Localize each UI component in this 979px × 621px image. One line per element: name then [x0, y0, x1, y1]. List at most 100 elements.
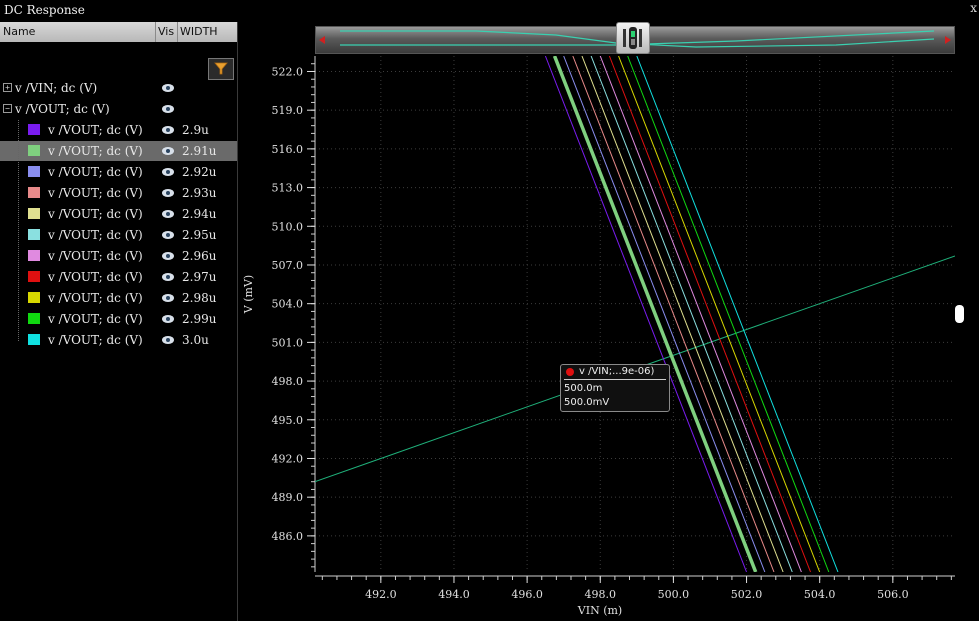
- width-value: 3.0u: [182, 333, 209, 347]
- tooltip-y-value: 500.0mV: [564, 397, 610, 408]
- vout-trace[interactable]: [599, 56, 802, 572]
- scroll-right-arrow-icon[interactable]: [945, 36, 951, 44]
- visibility-eye-icon[interactable]: [162, 294, 174, 302]
- x-tick-label: 504.0: [804, 588, 836, 601]
- tree-parent-row[interactable]: + v /VIN; dc (V): [0, 78, 237, 98]
- tree-child-row[interactable]: v /VOUT; dc (V) 2.98u: [0, 288, 237, 308]
- vout-trace[interactable]: [563, 56, 766, 572]
- scroll-left-arrow-icon[interactable]: [319, 36, 325, 44]
- visibility-eye-icon[interactable]: [162, 210, 174, 218]
- y-tick-label: 486.0: [272, 530, 304, 543]
- y-tick-label: 510.0: [272, 220, 304, 233]
- vertical-scroll-handle[interactable]: [955, 305, 964, 323]
- tree-child-row[interactable]: v /VOUT; dc (V) 2.99u: [0, 309, 237, 329]
- vout-trace[interactable]: [627, 56, 830, 572]
- y-tick-label: 513.0: [272, 182, 304, 195]
- close-icon[interactable]: x: [970, 1, 977, 15]
- x-tick-label: 500.0: [658, 588, 690, 601]
- x-tick-label: 492.0: [365, 588, 397, 601]
- visibility-eye-icon[interactable]: [162, 315, 174, 323]
- color-swatch[interactable]: [28, 271, 40, 282]
- vout-trace[interactable]: [572, 56, 775, 572]
- color-swatch[interactable]: [28, 124, 40, 135]
- visibility-eye-icon[interactable]: [162, 273, 174, 281]
- grip-icon: [623, 27, 642, 49]
- zoom-scrollbar-thumb[interactable]: [616, 22, 650, 54]
- signal-label: v /VOUT; dc (V): [15, 102, 110, 116]
- width-value: 2.94u: [182, 207, 217, 221]
- width-value: 2.97u: [182, 270, 217, 284]
- tree-child-row[interactable]: v /VOUT; dc (V) 2.91u: [0, 141, 237, 161]
- tree-child-row[interactable]: v /VOUT; dc (V) 2.96u: [0, 246, 237, 266]
- color-swatch[interactable]: [28, 313, 40, 324]
- signal-label: v /VOUT; dc (V): [48, 333, 143, 347]
- y-tick-label: 504.0: [272, 298, 304, 311]
- signal-label: v /VOUT; dc (V): [48, 123, 143, 137]
- expand-icon[interactable]: +: [3, 83, 12, 92]
- color-swatch[interactable]: [28, 187, 40, 198]
- filter-icon: [214, 62, 228, 75]
- width-value: 2.99u: [182, 312, 217, 326]
- y-tick-label: 492.0: [272, 452, 304, 465]
- signal-label: v /VOUT; dc (V): [48, 249, 143, 263]
- column-header: Name Vis WIDTH: [0, 22, 237, 42]
- color-swatch[interactable]: [28, 145, 40, 156]
- width-value: 2.98u: [182, 291, 217, 305]
- visibility-eye-icon[interactable]: [162, 168, 174, 176]
- signal-browser-panel: Name Vis WIDTH + v /VIN; dc (V) − v /VOUT; …: [0, 22, 238, 621]
- signal-label: v /VOUT; dc (V): [48, 270, 143, 284]
- signal-label: v /VOUT; dc (V): [48, 144, 143, 158]
- width-value: 2.95u: [182, 228, 217, 242]
- visibility-eye-icon[interactable]: [162, 126, 174, 134]
- column-vis-header[interactable]: Vis: [158, 25, 174, 38]
- tree-child-row[interactable]: v /VOUT; dc (V) 2.94u: [0, 204, 237, 224]
- x-tick-label: 498.0: [585, 588, 617, 601]
- dc-response-plot[interactable]: 492.0 494.0 496.0 498.0 500.0 502.0 504.0 506.0…: [238, 52, 968, 621]
- y-tick-label: 522.0: [272, 65, 304, 78]
- x-axis-label: VIN (m): [577, 604, 622, 617]
- color-swatch[interactable]: [28, 292, 40, 303]
- column-name-header[interactable]: Name: [3, 25, 35, 38]
- visibility-eye-icon[interactable]: [162, 84, 174, 92]
- vout-trace[interactable]: [608, 56, 812, 572]
- tree-child-row[interactable]: v /VOUT; dc (V) 2.92u: [0, 162, 237, 182]
- visibility-eye-icon[interactable]: [162, 336, 174, 344]
- vout-trace[interactable]: [590, 56, 793, 572]
- collapse-icon[interactable]: −: [3, 104, 12, 113]
- color-swatch[interactable]: [28, 250, 40, 261]
- width-value: 2.96u: [182, 249, 217, 263]
- y-tick-label: 498.0: [272, 375, 304, 388]
- tree-parent-row[interactable]: − v /VOUT; dc (V): [0, 99, 237, 119]
- visibility-eye-icon[interactable]: [162, 147, 174, 155]
- visibility-eye-icon[interactable]: [162, 231, 174, 239]
- vout-trace[interactable]: [544, 56, 748, 572]
- column-width-header[interactable]: WIDTH: [180, 25, 218, 38]
- visibility-eye-icon[interactable]: [162, 189, 174, 197]
- width-value: 2.92u: [182, 165, 217, 179]
- visibility-eye-icon[interactable]: [162, 252, 174, 260]
- tree-child-row[interactable]: v /VOUT; dc (V) 2.95u: [0, 225, 237, 245]
- tree-child-row[interactable]: v /VOUT; dc (V) 3.0u: [0, 330, 237, 350]
- signal-label: v /VIN; dc (V): [15, 81, 98, 95]
- signal-label: v /VOUT; dc (V): [48, 312, 143, 326]
- signal-label: v /VOUT; dc (V): [48, 186, 143, 200]
- y-tick-label: 516.0: [272, 143, 304, 156]
- filter-button[interactable]: [208, 58, 234, 80]
- tree-child-row[interactable]: v /VOUT; dc (V) 2.93u: [0, 183, 237, 203]
- color-swatch[interactable]: [28, 166, 40, 177]
- visibility-eye-icon[interactable]: [162, 105, 174, 113]
- vout-trace[interactable]: [636, 56, 839, 572]
- x-tick-label: 506.0: [877, 588, 909, 601]
- color-swatch[interactable]: [28, 208, 40, 219]
- color-swatch[interactable]: [28, 229, 40, 240]
- x-tick-label: 494.0: [438, 588, 470, 601]
- y-tick-label: 489.0: [272, 491, 304, 504]
- window-title: DC Response: [4, 3, 85, 17]
- tree-child-row[interactable]: v /VOUT; dc (V) 2.9u: [0, 120, 237, 140]
- tree-child-row[interactable]: v /VOUT; dc (V) 2.97u: [0, 267, 237, 287]
- vout-trace[interactable]: [552, 56, 758, 572]
- y-tick-label: 507.0: [272, 259, 304, 272]
- vout-trace[interactable]: [581, 56, 784, 572]
- cursor-tooltip: v /VIN;...9e-06) 500.0m 500.0mV: [560, 364, 670, 412]
- color-swatch[interactable]: [28, 334, 40, 345]
